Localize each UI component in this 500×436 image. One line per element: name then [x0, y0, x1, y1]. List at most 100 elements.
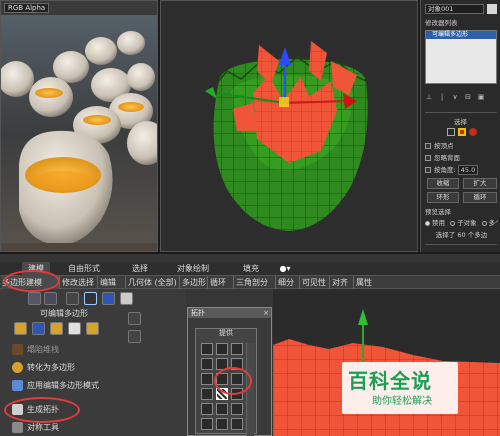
render-toolbar: RGB Alpha — [1, 1, 157, 15]
modifier-list-dropdown[interactable]: 修改器列表 — [425, 17, 498, 29]
panel-loops[interactable]: 循环 — [210, 276, 234, 289]
eggshell-mesh-render — [161, 1, 417, 251]
selection-rollout-title[interactable]: 选择 — [421, 116, 500, 126]
preview-subobject-label: 子对象 — [457, 219, 477, 227]
by-vertex-checkbox[interactable] — [425, 143, 431, 149]
collapse-stack-label: 塌陷堆栈 — [27, 345, 59, 354]
render-frame-window: RGB Alpha — [0, 0, 158, 252]
vertex-level-icon[interactable] — [447, 128, 455, 136]
make-unique-icon[interactable]: ∨ — [451, 93, 459, 101]
panel-edit[interactable]: 编辑 — [100, 276, 126, 289]
symmetry-tools-icon — [12, 422, 23, 433]
tab-selection[interactable]: 选择 — [128, 262, 152, 276]
topology-pattern-tile[interactable] — [201, 373, 213, 385]
topology-pattern-tile[interactable] — [216, 403, 228, 415]
convert-to-poly-item[interactable]: 转化为多边形 — [12, 360, 75, 376]
preserve-uvs-icon[interactable] — [32, 322, 45, 335]
preview-disabled-radio[interactable] — [425, 220, 430, 226]
topology-pattern-tile[interactable] — [201, 388, 213, 400]
quadify-icon[interactable] — [86, 322, 99, 335]
ignore-backfacing-checkbox[interactable] — [425, 155, 431, 161]
use-soft-selection-icon[interactable] — [128, 312, 141, 325]
angle-value[interactable]: 45.0 — [457, 165, 479, 175]
convert-to-poly-label: 转化为多边形 — [27, 363, 75, 372]
repeat-last-icon[interactable] — [50, 322, 63, 335]
topology-pattern-tile[interactable] — [216, 418, 228, 430]
tab-freeform[interactable]: 自由形式 — [64, 262, 104, 276]
panel-align[interactable]: 对齐 — [332, 276, 354, 289]
divider — [425, 112, 497, 113]
annotation-circle-modeling-tab — [4, 270, 60, 292]
subobject-element-icon[interactable] — [120, 292, 133, 305]
configure-sets-icon[interactable]: ▣ — [477, 93, 485, 101]
stack-item-editable-poly[interactable]: 可编辑多边形 — [426, 31, 496, 39]
polygon-level-icon[interactable] — [458, 128, 466, 136]
collapse-icon[interactable] — [128, 330, 141, 343]
show-cage-icon[interactable] — [66, 292, 79, 305]
next-modifier-icon[interactable] — [44, 292, 57, 305]
topology-pattern-tile[interactable] — [201, 418, 213, 430]
panel-geometry-all[interactable]: 几何体 (全部) — [128, 276, 180, 289]
panel-subdivision[interactable]: 细分 — [278, 276, 300, 289]
stack-controls: ⊥ | ∨ ⊟ ▣ — [425, 93, 485, 101]
preview-disabled-label: 禁用 — [432, 219, 445, 227]
panel-polygons[interactable]: 多边形 — [182, 276, 208, 289]
watermark-sub-text: 助你轻松解决 — [372, 396, 432, 407]
ignore-backfacing-option[interactable]: 忽略背面 — [425, 152, 498, 164]
collapse-stack-item[interactable]: 塌陷堆栈 — [12, 342, 59, 358]
preview-subobject-radio[interactable] — [450, 220, 456, 226]
divider — [425, 244, 497, 245]
panel-visibility[interactable]: 可见性 — [302, 276, 330, 289]
topology-pattern-tile[interactable] — [231, 418, 243, 430]
object-name-field[interactable]: 对象001 — [425, 4, 484, 14]
preview-multi-radio[interactable] — [481, 220, 487, 226]
perspective-viewport[interactable] — [160, 0, 418, 252]
ribbon-options-icon[interactable]: ●▾ — [276, 262, 294, 276]
convert-to-poly-icon — [12, 362, 23, 373]
panel-modify-selection[interactable]: 修改选择 — [62, 276, 98, 289]
watermark-main-text: 百科全说 — [348, 369, 432, 393]
ignore-backfacing-label: 忽略背面 — [434, 154, 460, 162]
topology-pattern-tile[interactable] — [201, 403, 213, 415]
shrink-button[interactable]: 收缩 — [427, 178, 459, 189]
previous-modifier-icon[interactable] — [28, 292, 41, 305]
panel-tris[interactable]: 三角剖分 — [236, 276, 276, 289]
by-angle-checkbox[interactable] — [425, 167, 431, 173]
by-angle-option[interactable]: 按角度: 45.0 — [425, 164, 498, 176]
channel-select[interactable]: RGB Alpha — [4, 3, 50, 13]
command-panel: 对象001 修改器列表 可编辑多边形 ⊥ | ∨ ⊟ ▣ 选择 按顶点 忽略背面… — [420, 0, 500, 252]
subobject-polygon-icon[interactable] — [102, 292, 115, 305]
object-color-swatch[interactable] — [487, 4, 497, 14]
topology-pattern-tile[interactable] — [201, 343, 213, 355]
tab-object-paint[interactable]: 对象绘制 — [172, 262, 214, 276]
by-angle-label: 按角度: — [434, 166, 456, 174]
annotation-circle-topology-tile — [214, 367, 252, 395]
apply-edit-poly-mode-item[interactable]: 应用编辑多边形模式 — [12, 378, 99, 394]
ribbon-panel-bar: 多边形建模 修改选择 编辑 几何体 (全部) 多边形 循环 三角剖分 细分 可见… — [0, 276, 500, 289]
by-vertex-option[interactable]: 按顶点 — [425, 140, 498, 152]
element-level-icon[interactable] — [469, 128, 477, 136]
selection-status-text: 选择了 60 个多边 — [435, 231, 488, 239]
show-end-result-icon[interactable]: | — [438, 93, 446, 101]
remove-modifier-icon[interactable]: ⊟ — [464, 93, 472, 101]
topology-pattern-tile[interactable] — [231, 343, 243, 355]
collapse-stack-icon — [12, 344, 23, 355]
pin-stack-icon[interactable]: ⊥ — [425, 93, 433, 101]
preview-selection-options: 禁用 子对象 多个 — [425, 217, 498, 229]
loop-button[interactable]: 循环 — [463, 192, 497, 203]
tab-populate[interactable]: 填充 — [240, 262, 262, 276]
close-icon[interactable]: × — [263, 308, 269, 318]
topology-pattern-tile[interactable] — [201, 358, 213, 370]
topology-pattern-tile[interactable] — [216, 343, 228, 355]
grow-button[interactable]: 扩大 — [463, 178, 497, 189]
ring-button[interactable]: 环形 — [427, 192, 459, 203]
topology-pattern-tile[interactable] — [231, 403, 243, 415]
ignore-backfacing-icon[interactable] — [14, 322, 27, 335]
modifier-stack: 可编辑多边形 — [425, 30, 497, 84]
subobject-vertex-icon[interactable] — [84, 292, 97, 305]
apply-edit-poly-label: 应用编辑多边形模式 — [27, 381, 99, 390]
editable-poly-group-title: 可编辑多边形 — [40, 309, 88, 318]
panel-properties[interactable]: 属性 — [356, 276, 378, 289]
constraint-icon[interactable] — [68, 322, 81, 335]
apply-edit-poly-icon — [12, 380, 23, 391]
